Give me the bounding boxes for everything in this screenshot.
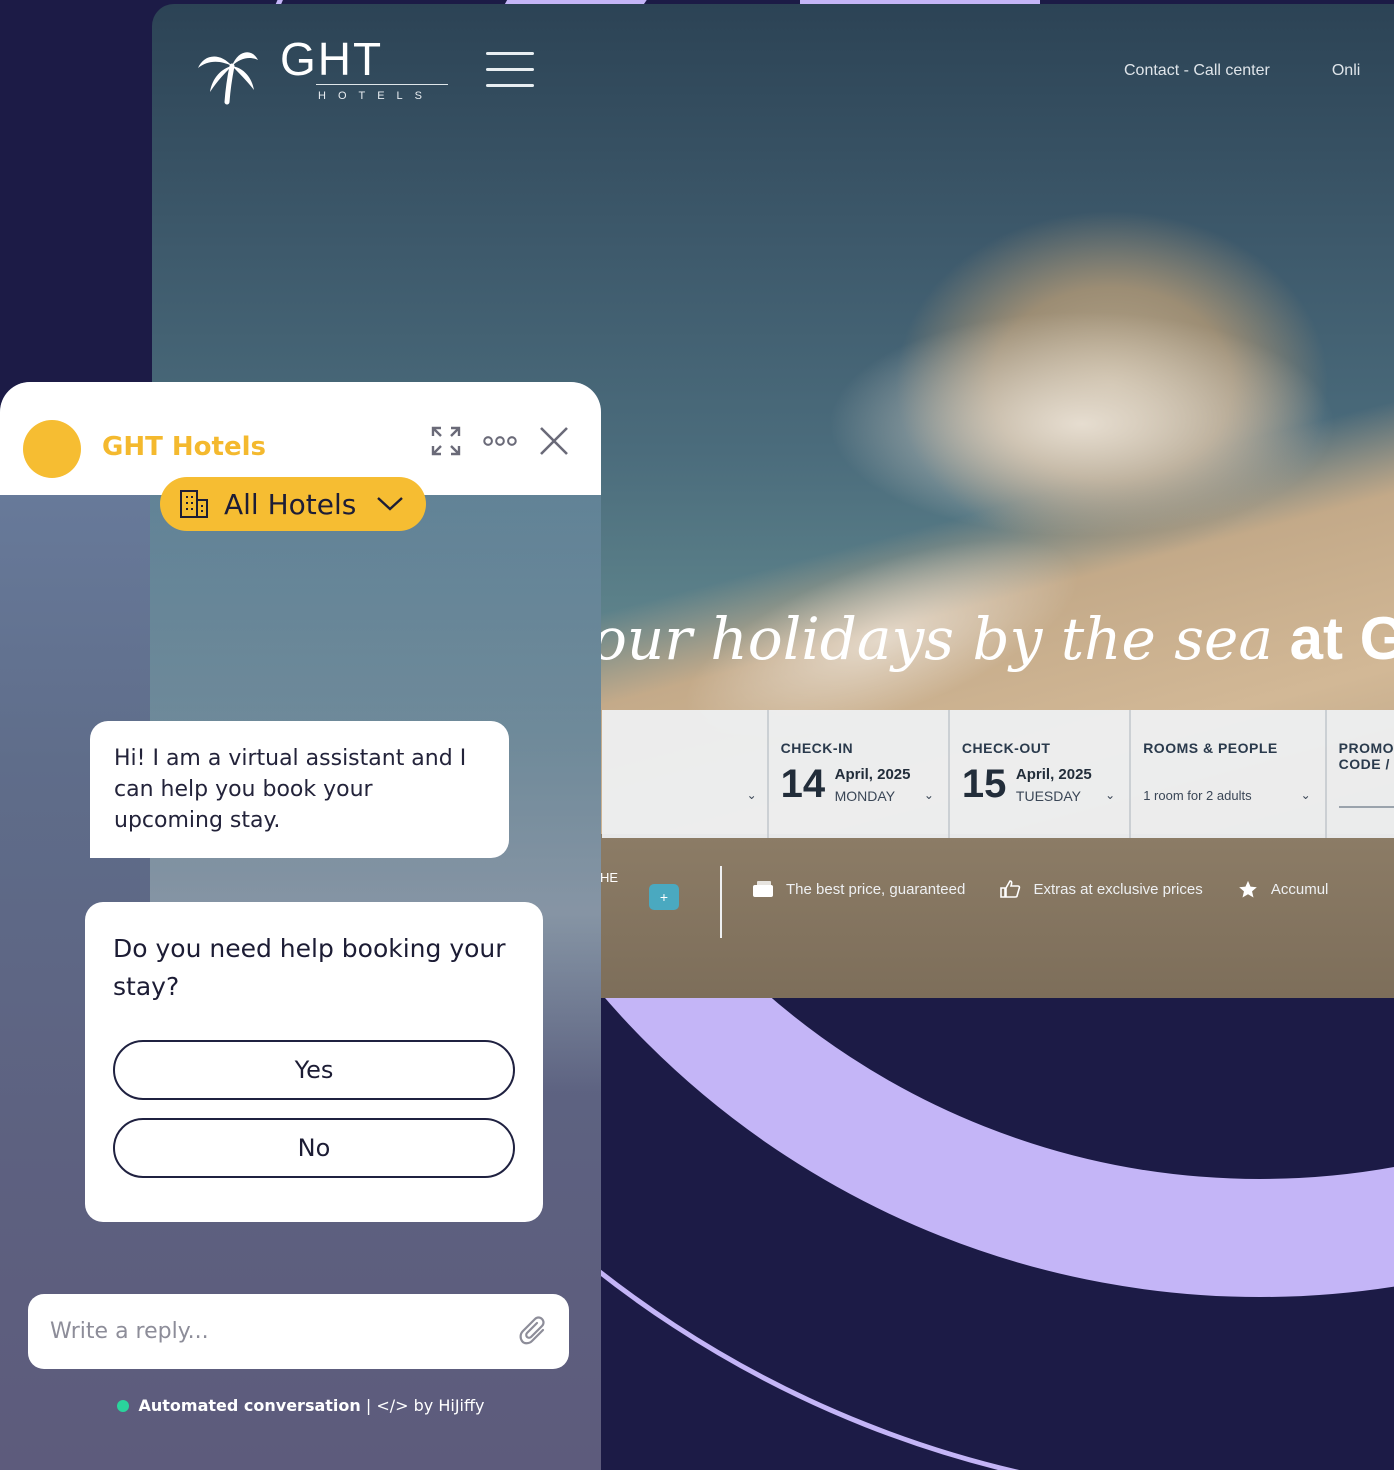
top-nav: Contact - Call center Onli — [1124, 62, 1394, 80]
paperclip-icon[interactable] — [519, 1315, 549, 1348]
chat-brand-name: GHT Hotels — [102, 432, 266, 462]
checkout-month: April, 2025 — [1015, 766, 1092, 783]
perk-divider — [720, 866, 722, 938]
rooms-label: ROOMS & PEOPLE — [1143, 740, 1278, 756]
hero-headline: our holidays by the sea at GHT — [592, 604, 1394, 673]
chevron-down-icon: ⌄ — [746, 788, 757, 802]
nav-online-link[interactable]: Onli — [1332, 62, 1360, 79]
avatar — [23, 420, 81, 478]
chevron-down-icon — [377, 497, 404, 511]
chat-header-actions — [409, 424, 571, 458]
checkout-day: 15 — [961, 762, 1007, 806]
thumbs-up-icon — [1000, 880, 1021, 898]
chevron-down-icon: ⌄ — [1105, 788, 1116, 802]
reply-input[interactable] — [48, 1318, 519, 1345]
chevron-down-icon: ⌄ — [1300, 788, 1311, 802]
chevron-down-icon: ⌄ — [923, 788, 934, 802]
footer-powered-by[interactable]: by HiJiffy — [409, 1396, 485, 1415]
reply-box — [28, 1294, 569, 1369]
wallet-icon — [753, 881, 773, 897]
checkout-label: CHECK-OUT — [961, 740, 1051, 756]
logo-subtitle: HOTELS — [318, 90, 435, 102]
building-icon — [180, 490, 208, 518]
checkin-label: CHECK-IN — [780, 740, 854, 756]
no-button[interactable]: No — [113, 1118, 515, 1178]
checkin-month: April, 2025 — [834, 766, 911, 783]
perk-accumulate: Accumul — [1237, 880, 1329, 898]
close-icon[interactable] — [537, 424, 571, 458]
hotel-selector-dropdown[interactable]: All Hotels — [160, 477, 426, 531]
quick-reply-question: Do you need help booking your stay? — [113, 934, 506, 1001]
checkout-weekday: TUESDAY — [1015, 788, 1081, 804]
quick-reply-card: Do you need help booking your stay? Yes … — [85, 902, 543, 1222]
palm-logo-icon — [198, 52, 258, 105]
perks-row: The best price, guaranteed Extras at exc… — [752, 880, 1358, 902]
footer-separator: | — [360, 1396, 377, 1415]
promo-label: PROMO CODE / — [1338, 740, 1394, 772]
perk-label: Accumul — [1270, 880, 1329, 898]
plus-icon[interactable]: + — [649, 884, 679, 910]
yes-button[interactable]: Yes — [113, 1040, 515, 1100]
star-icon — [1239, 880, 1257, 898]
headline-italic: our holidays by the sea — [592, 605, 1273, 673]
logo-divider — [316, 84, 448, 85]
booking-bar: ⌄ CHECK-IN 14 April, 2025 MONDAY ⌄ CHECK… — [602, 710, 1394, 838]
headline-bold: at GHT — [1289, 605, 1394, 672]
nav-contact-link[interactable]: Contact - Call center — [1124, 62, 1270, 79]
perk-label: Extras at exclusive prices — [1033, 880, 1203, 898]
status-dot — [116, 1400, 129, 1412]
hotel-selector-label: All Hotels — [224, 487, 357, 521]
perk-best-price: The best price, guaranteed — [752, 880, 965, 898]
footer-automated-label: Automated conversation — [138, 1396, 361, 1415]
text-fragment: HE — [600, 870, 619, 885]
promo-underline — [1338, 806, 1394, 808]
perk-extras: Extras at exclusive prices — [999, 880, 1203, 898]
checkout-field[interactable]: CHECK-OUT 15 April, 2025 TUESDAY ⌄ — [950, 710, 1132, 838]
code-icon: </> — [376, 1396, 409, 1415]
chat-footer: Automated conversation | </> by HiJiffy — [0, 1396, 601, 1415]
booking-hotel-field[interactable]: ⌄ — [602, 710, 769, 838]
expand-icon[interactable] — [429, 424, 463, 458]
more-icon[interactable] — [483, 424, 517, 458]
bot-message-bubble: Hi! I am a virtual assistant and I can h… — [90, 721, 509, 858]
ght-logo[interactable]: GHT HOTELS — [192, 32, 448, 112]
checkin-field[interactable]: CHECK-IN 14 April, 2025 MONDAY ⌄ — [769, 710, 950, 838]
perk-label: The best price, guaranteed — [786, 880, 966, 898]
rooms-value: 1 room for 2 adults — [1143, 788, 1252, 803]
checkin-weekday: MONDAY — [834, 788, 896, 804]
rooms-field[interactable]: ROOMS & PEOPLE 1 room for 2 adults ⌄ — [1131, 710, 1327, 838]
chat-widget: GHT Hotels All Hotels Hi! I am a virtual… — [0, 382, 601, 1470]
checkin-day: 14 — [780, 762, 826, 806]
logo-wordmark: GHT — [280, 33, 384, 85]
menu-icon[interactable] — [486, 52, 534, 88]
promo-field[interactable]: PROMO CODE / — [1327, 710, 1394, 838]
